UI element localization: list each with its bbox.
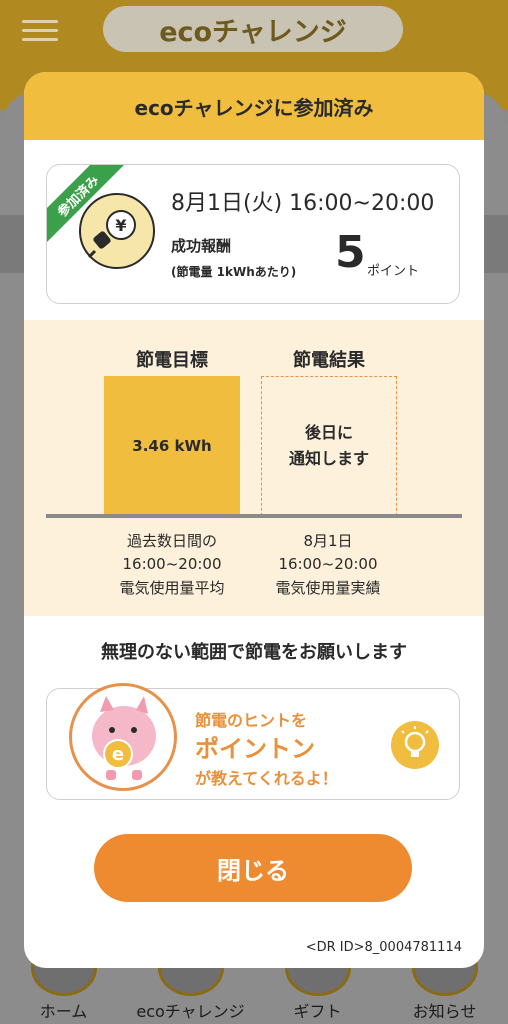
app-title: ecoチャレンジ	[103, 6, 403, 52]
target-title: 節電目標	[136, 350, 208, 371]
result-caption-line: 16:00~20:00	[278, 555, 378, 574]
target-bar: 3.46 kWh	[104, 376, 240, 516]
savings-chart: 節電目標 節電結果 3.46 kWh 後日に通知します 過去数日間の 16:00…	[24, 320, 484, 616]
dr-id: <DR ID>8_0004781114	[305, 940, 462, 955]
modal-title: ecoチャレンジに参加済み	[24, 72, 484, 140]
event-card: 参加済み ¥ 8月1日(火) 16:00~20:00 成功報酬 (節電量 1kW…	[46, 164, 460, 304]
reward-label: 成功報酬	[171, 237, 232, 255]
hamburger-menu-icon[interactable]	[22, 14, 58, 44]
result-caption-line: 電気使用量実績	[275, 578, 381, 597]
result-caption-line: 8月1日	[303, 532, 353, 550]
lightbulb-icon	[391, 721, 439, 769]
hint-line1: 節電のヒントを	[195, 711, 308, 730]
target-caption-line: 電気使用量平均	[119, 578, 225, 597]
target-caption-line: 16:00~20:00	[122, 555, 222, 574]
pig-mascot-icon: e	[69, 683, 177, 791]
reward-points: 5	[335, 227, 366, 278]
target-value: 3.46 kWh	[132, 437, 212, 455]
reward-note: (節電量 1kWhあたり)	[171, 265, 297, 279]
chart-baseline	[46, 514, 462, 518]
reward-unit: ポイント	[367, 264, 420, 279]
target-caption: 過去数日間の 16:00~20:00 電気使用量平均	[82, 530, 262, 600]
hint-mascot-name: ポイントン	[195, 735, 315, 763]
hint-line3: が教えてくれるよ！	[195, 769, 338, 788]
result-line1: 後日に	[304, 422, 353, 442]
result-line2: 通知します	[288, 449, 369, 468]
result-title: 節電結果	[293, 350, 365, 371]
hint-card[interactable]: e 節電のヒントを ポイントン が教えてくれるよ！	[46, 683, 460, 800]
saving-request-text: 無理のない範囲で節電をお願いします	[101, 642, 407, 663]
eco-challenge-modal: ecoチャレンジに参加済み 参加済み ¥ 8月1日(火) 16:00~20:00…	[24, 72, 484, 968]
close-button[interactable]: 閉じる	[94, 834, 412, 902]
result-placeholder: 後日に 通知します	[261, 376, 397, 516]
svg-text:¥: ¥	[115, 216, 126, 235]
target-caption-line: 過去数日間の	[126, 532, 217, 550]
svg-text:e: e	[112, 744, 124, 765]
result-caption: 8月1日 16:00~20:00 電気使用量実績	[238, 530, 418, 600]
lightbulb-yen-icon: ¥	[79, 193, 155, 269]
event-date: 8月1日(火) 16:00~20:00	[171, 191, 435, 216]
